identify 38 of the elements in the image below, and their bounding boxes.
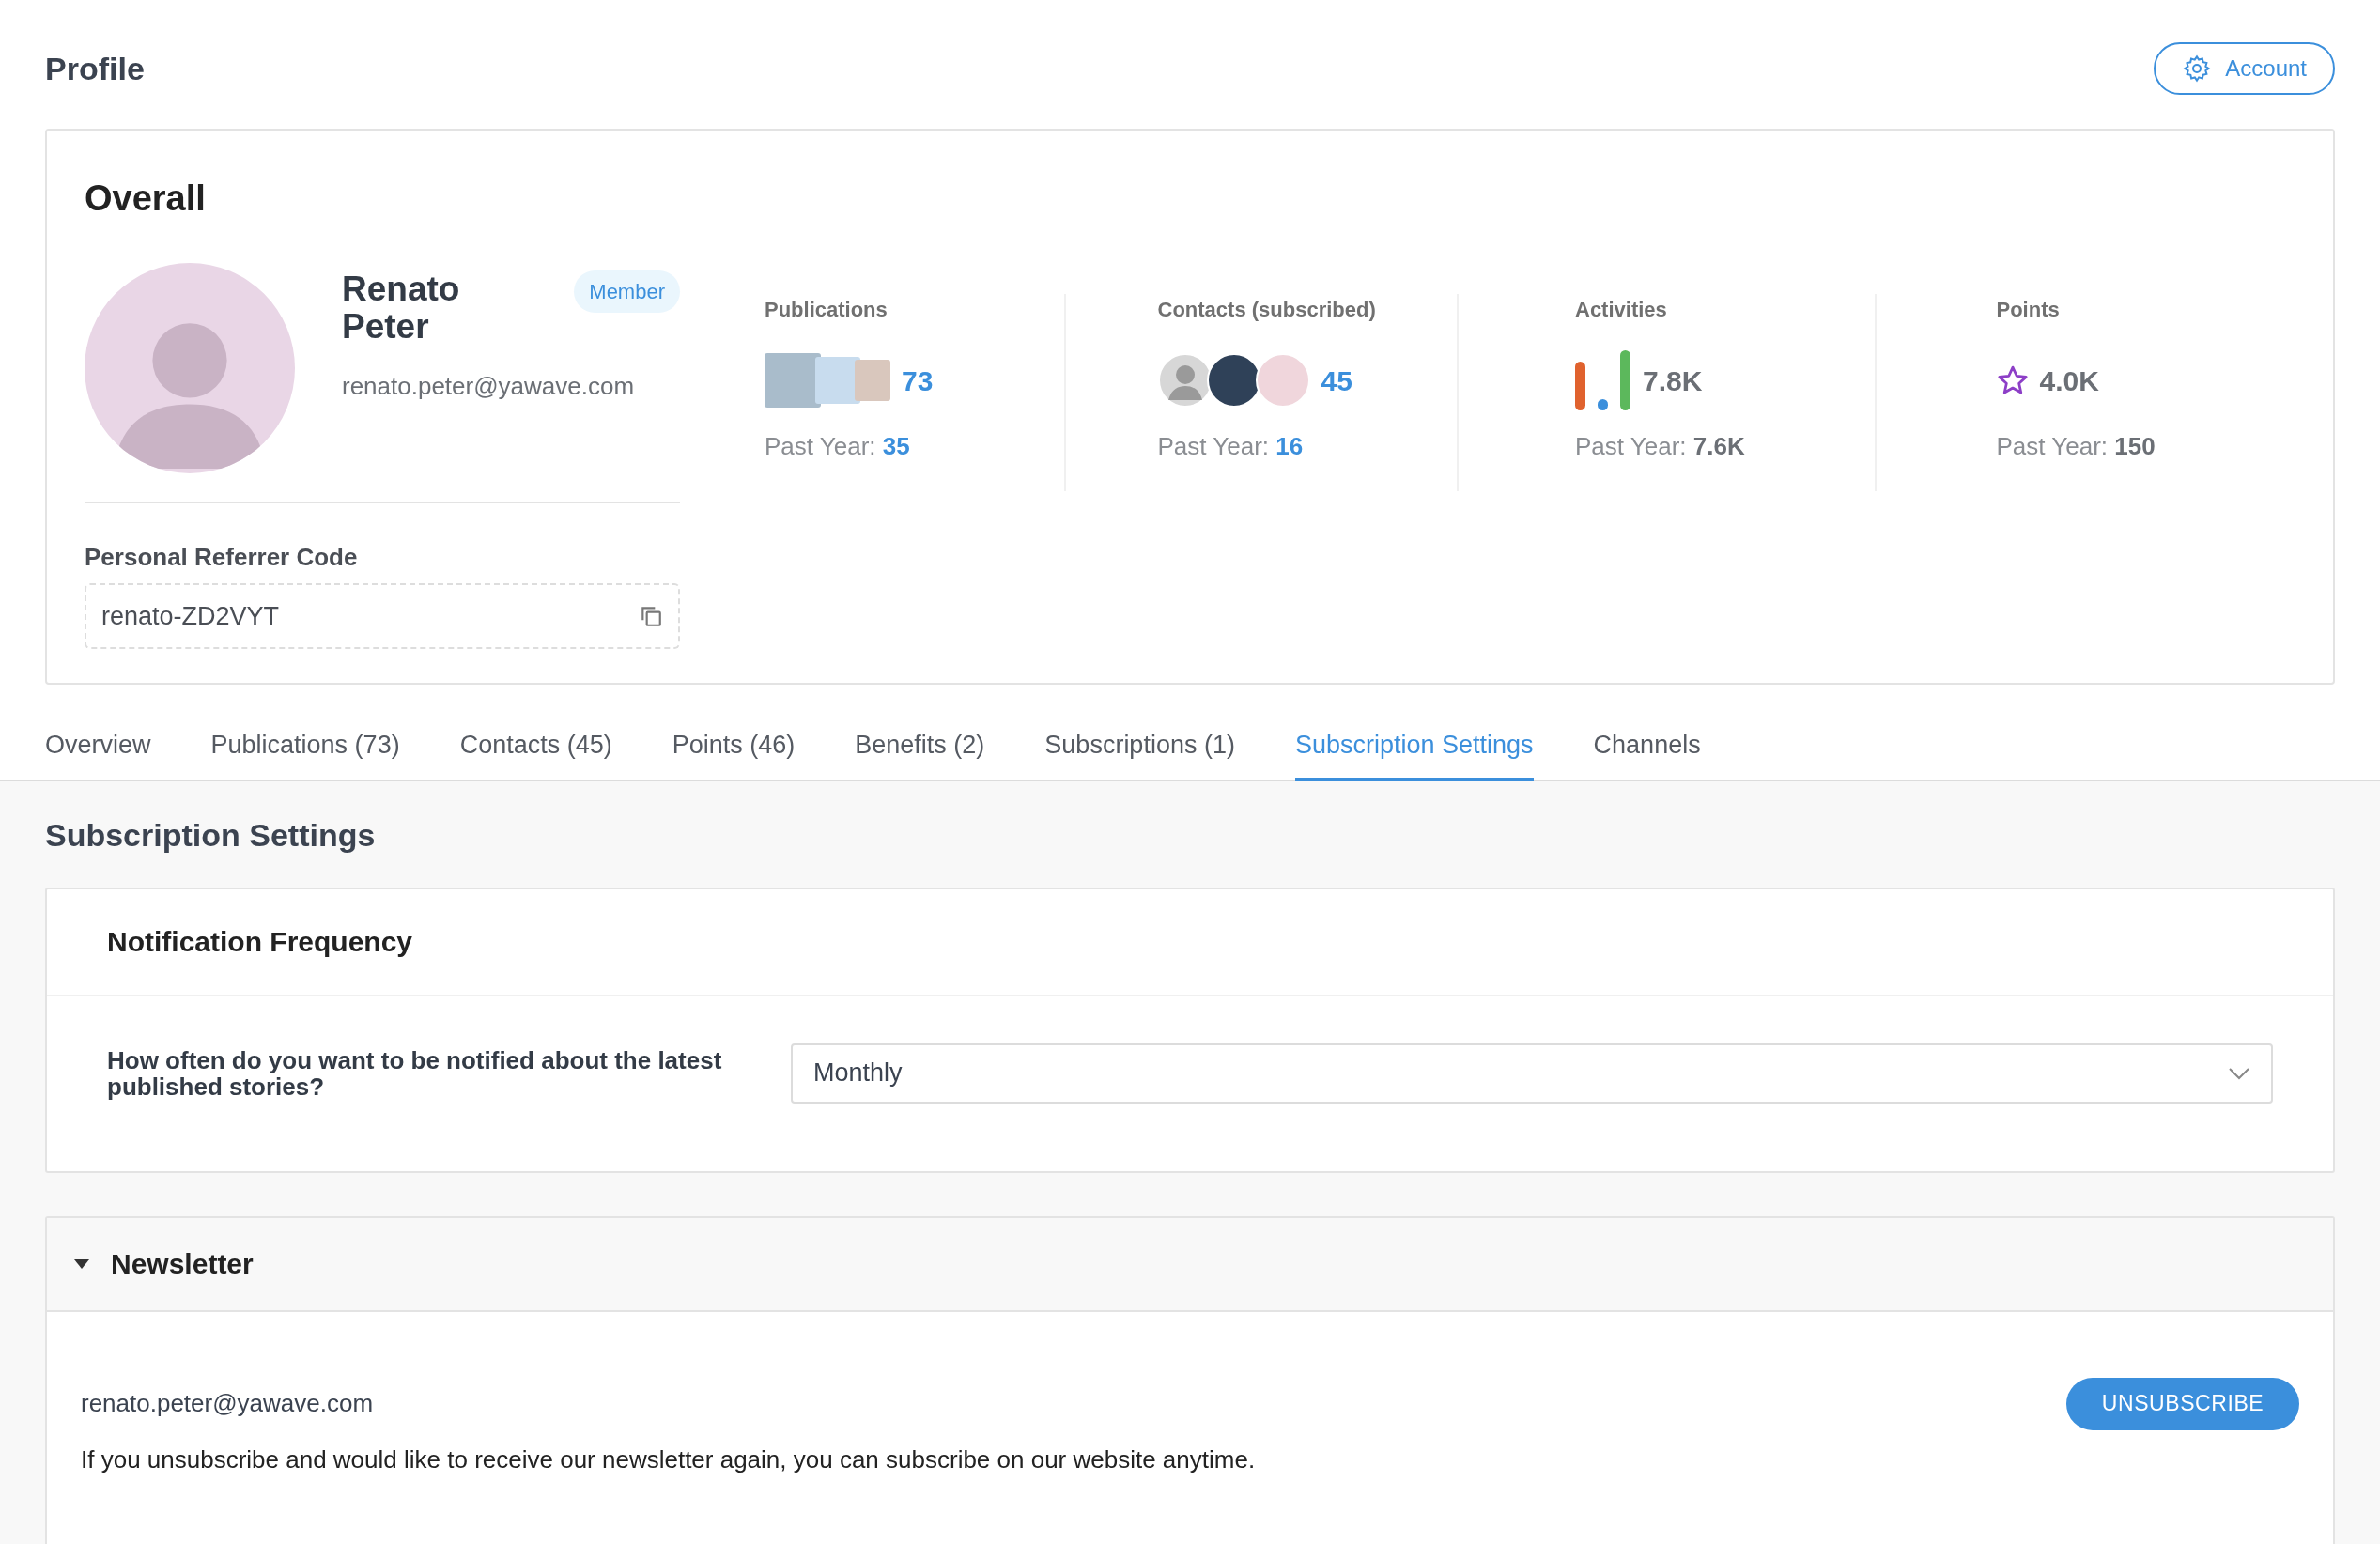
copy-icon[interactable]	[639, 604, 663, 628]
past-year-text: Past Year: 150	[1996, 431, 2156, 462]
tab[interactable]: Benefits (2)	[855, 726, 985, 781]
card-title: Notification Frequency	[107, 925, 413, 959]
frequency-select[interactable]: Monthly	[791, 1042, 2273, 1104]
newsletter-header[interactable]: Newsletter	[47, 1217, 2333, 1312]
stat-value: 45	[1321, 363, 1352, 398]
stat-label: Activities	[1575, 297, 1667, 323]
settings-icon	[2182, 54, 2213, 84]
question-label: How often do you want to be notified about the latest published stories?	[107, 1046, 723, 1100]
past-year-text: Past Year: 35	[765, 431, 910, 462]
star-icon	[1996, 365, 2029, 395]
tab[interactable]: Overview	[45, 726, 151, 781]
stat-value: 7.8K	[1643, 363, 1703, 398]
newsletter-email: renato.peter@yawave.com	[81, 1388, 374, 1419]
profile-email: renato.peter@yawave.com	[342, 371, 636, 402]
tab[interactable]: Publications (73)	[210, 726, 400, 781]
stat-label: Points	[1996, 297, 2060, 323]
past-year-text: Past Year: 16	[1157, 431, 1304, 462]
section-title: Subscription Settings	[45, 815, 377, 855]
newsletter-note: If you unsubscribe and would like to receive our newsletter again, you can subscribe on our website anytime.	[81, 1444, 1257, 1475]
page-title: Profile	[45, 49, 145, 88]
tab[interactable]: Contacts (45)	[459, 726, 612, 781]
field-label: Personal Referrer Code	[85, 542, 359, 573]
stat-value: 73	[902, 363, 934, 398]
tab[interactable]: Channels	[1593, 726, 1701, 781]
activity-bars-drawing	[1575, 350, 1631, 410]
past-year-text: Past Year: 7.6K	[1575, 431, 1745, 462]
stat-label: Publications	[765, 297, 888, 323]
card-title: Overall	[85, 178, 207, 220]
member-badge: Member	[574, 270, 680, 313]
stat-value: 4.0K	[2039, 363, 2099, 398]
stat-label: Contacts (subscribed)	[1157, 297, 1376, 323]
tab[interactable]: Subscriptions (1)	[1044, 726, 1235, 781]
chevron-down-icon	[2228, 1066, 2250, 1080]
referrer-code-field[interactable]: renato-ZD2VYT	[85, 583, 680, 649]
profile-name: Renato Peter	[342, 270, 461, 346]
tab[interactable]: Points (46)	[672, 726, 796, 781]
